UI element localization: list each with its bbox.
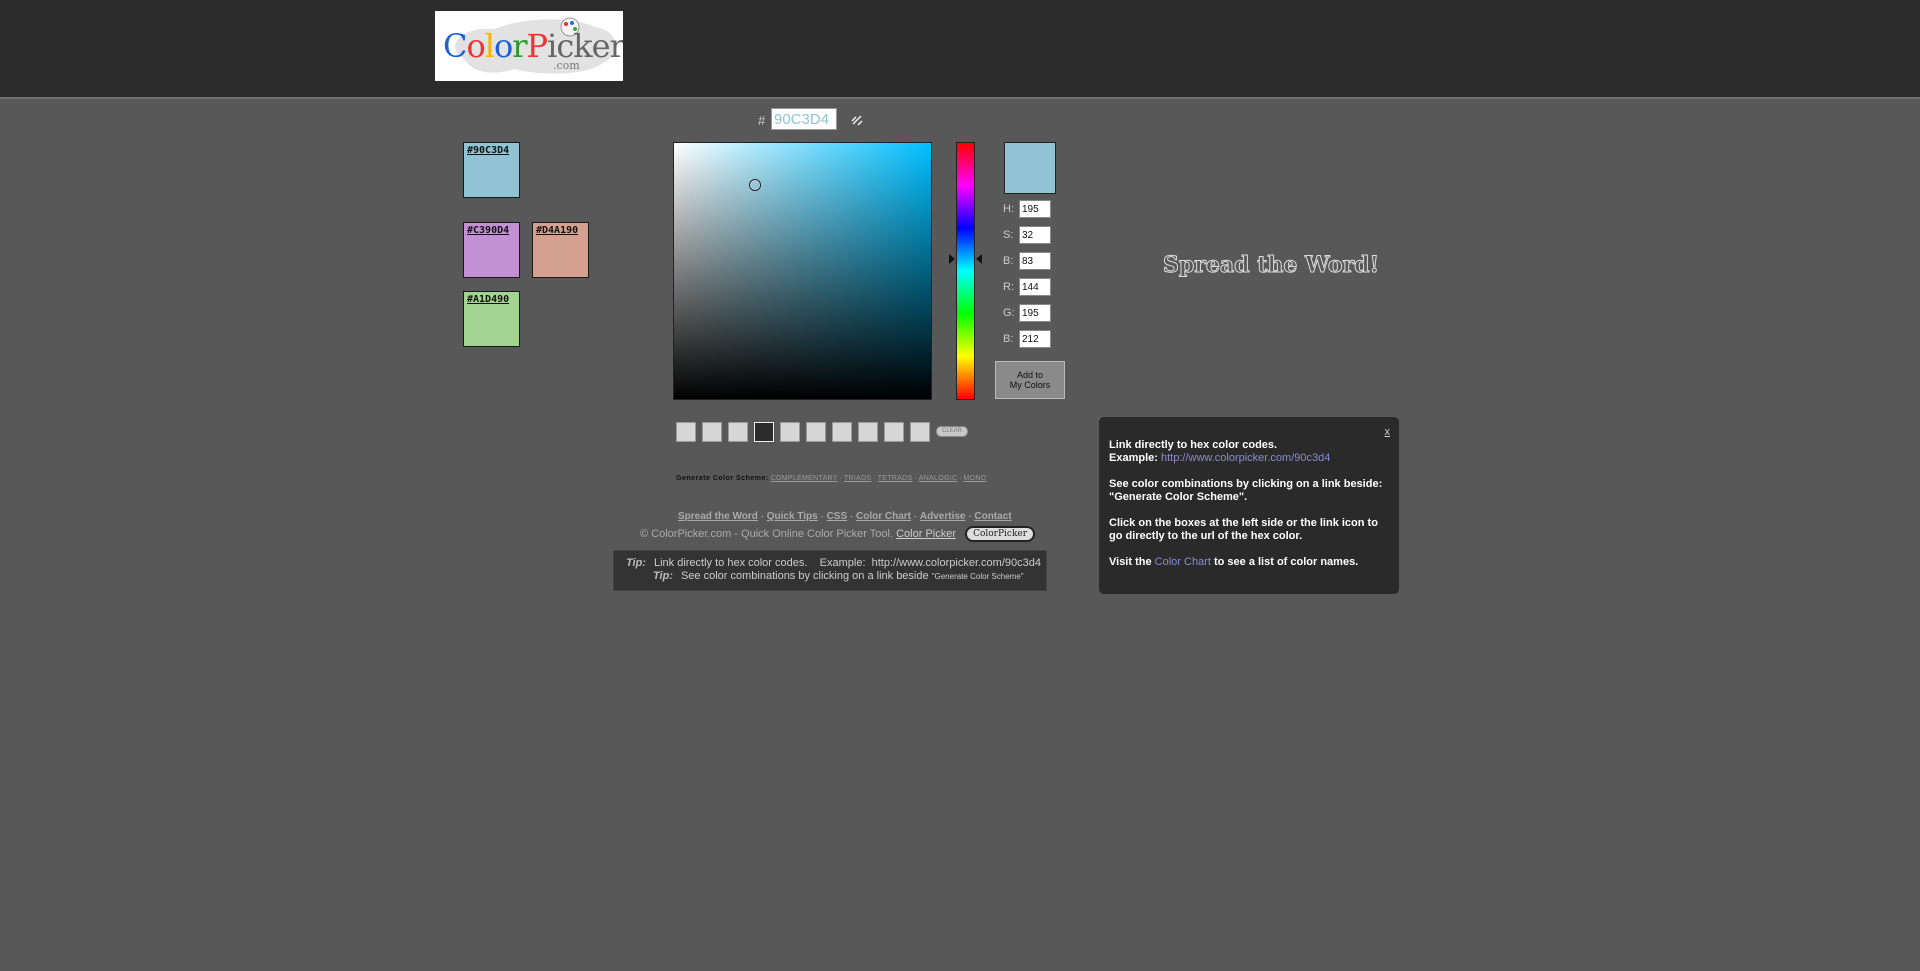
recent-color-box[interactable] xyxy=(676,422,696,442)
footer-links: Spread the Word · Quick Tips · CSS · Col… xyxy=(678,511,1012,522)
hue-slider-arrow-right-icon[interactable] xyxy=(976,254,982,264)
saturation-input[interactable] xyxy=(1019,226,1051,244)
tips-box: Tip: Link directly to hex color codes. Ex… xyxy=(613,550,1047,591)
scheme-link-complementary[interactable]: COMPLEMENTARY xyxy=(771,475,838,482)
recent-color-box[interactable] xyxy=(910,422,930,442)
recent-color-box[interactable] xyxy=(884,422,904,442)
add-to-my-colors-button[interactable]: Add to My Colors xyxy=(995,361,1065,399)
scheme-label: Generate Color Scheme: xyxy=(676,475,769,482)
swatch-hex-label: #D4A190 xyxy=(536,225,579,236)
saved-color-swatch[interactable]: #A1D490 xyxy=(463,291,520,347)
link-icon[interactable] xyxy=(850,113,864,127)
logo-sub: .com xyxy=(553,59,580,72)
tip-line-1: Tip: Link directly to hex color codes. Ex… xyxy=(626,557,1041,569)
info-paragraph-4: Visit the Color Chart to see a list of c… xyxy=(1109,556,1359,568)
green-input[interactable] xyxy=(1019,304,1051,322)
colorpicker-logo[interactable]: ColorPicker .com xyxy=(435,11,623,81)
blue-label: B: xyxy=(1003,333,1014,345)
recent-color-box-active[interactable] xyxy=(754,422,774,442)
footer-link-spread-the-word[interactable]: Spread the Word xyxy=(678,511,758,522)
color-chart-link[interactable]: Color Chart xyxy=(1155,556,1211,568)
clear-button[interactable]: CLEAR xyxy=(936,426,968,437)
current-color-preview xyxy=(1004,142,1056,194)
copyright-line: © ColorPicker.com - Quick Online Color P… xyxy=(640,526,1036,542)
copyright-text: © ColorPicker.com - Quick Online Color P… xyxy=(640,527,894,540)
top-header-bar: ColorPicker .com xyxy=(0,0,1920,99)
hue-label: H: xyxy=(1003,203,1014,215)
recent-color-box[interactable] xyxy=(832,422,852,442)
blue-input[interactable] xyxy=(1019,330,1051,348)
swatch-hex-label: #90C3D4 xyxy=(467,145,510,156)
footer-link-color-chart[interactable]: Color Chart xyxy=(856,511,911,522)
add-button-label: Add to My Colors xyxy=(1009,370,1051,390)
saved-color-swatch[interactable]: #C390D4 xyxy=(463,222,520,278)
saved-color-swatch[interactable]: #90C3D4 xyxy=(463,142,520,198)
color-picker-link[interactable]: Color Picker xyxy=(896,528,956,540)
footer-link-css[interactable]: CSS xyxy=(827,511,848,522)
tip-text-1: Link directly to hex color codes. Exampl… xyxy=(653,557,1041,569)
brightness-label: B: xyxy=(1003,255,1014,267)
swatch-hex-label: #A1D490 xyxy=(467,294,510,305)
footer-link-contact[interactable]: Contact xyxy=(974,511,1011,522)
swatch-hex-label: #C390D4 xyxy=(467,225,510,236)
info-paragraph-2: See color combinations by clicking on a … xyxy=(1109,478,1383,503)
info-panel: x Link directly to hex color codes. Exam… xyxy=(1099,417,1399,594)
picker-cursor[interactable] xyxy=(749,179,761,191)
hue-slider[interactable] xyxy=(956,142,975,400)
logo-wordmark: ColorPicker xyxy=(443,27,623,65)
info-paragraph-3: Click on the boxes at the left side or t… xyxy=(1109,517,1378,542)
tip-line-2: Tip: See color combinations by clicking o… xyxy=(653,570,1024,582)
recent-color-box[interactable] xyxy=(728,422,748,442)
recent-color-box[interactable] xyxy=(806,422,826,442)
green-label: G: xyxy=(1003,307,1015,319)
brightness-input[interactable] xyxy=(1019,252,1051,270)
red-label: R: xyxy=(1003,281,1014,293)
scheme-link-analogic[interactable]: ANALOGIC xyxy=(919,475,958,482)
recent-color-box[interactable] xyxy=(858,422,878,442)
tip-text-2-small: "Generate Color Scheme" xyxy=(931,572,1024,581)
hash-label: # xyxy=(758,113,766,128)
red-input[interactable] xyxy=(1019,278,1051,296)
color-scheme-row: Generate Color Scheme: COMPLEMENTARY · T… xyxy=(676,475,987,482)
scheme-link-mono[interactable]: MONO xyxy=(964,475,987,482)
hue-slider-arrow-left-icon[interactable] xyxy=(949,254,955,264)
hue-input[interactable] xyxy=(1019,200,1051,218)
scheme-link-triads[interactable]: TRIADS xyxy=(844,475,871,482)
tip-text-2: See color combinations by clicking on a … xyxy=(680,570,929,582)
recent-color-box[interactable] xyxy=(780,422,800,442)
colorpicker-badge[interactable]: ColorPicker xyxy=(965,526,1036,542)
close-info-panel-button[interactable]: x xyxy=(1385,426,1391,439)
footer-link-advertise[interactable]: Advertise xyxy=(920,511,966,522)
recent-color-box[interactable] xyxy=(702,422,722,442)
tip-label: Tip: xyxy=(626,557,646,569)
scheme-link-tetrads[interactable]: TETRADS xyxy=(878,475,913,482)
tip-label: Tip: xyxy=(653,570,673,582)
saturation-brightness-area[interactable] xyxy=(673,142,932,400)
saved-color-swatch[interactable]: #D4A190 xyxy=(532,222,589,278)
hex-input[interactable] xyxy=(771,108,837,130)
spread-the-word-heading[interactable]: Spread the Word! xyxy=(1162,252,1379,279)
saturation-label: S: xyxy=(1003,229,1014,241)
example-url-link[interactable]: http://www.colorpicker.com/90c3d4 xyxy=(1161,452,1330,464)
info-paragraph-1: Link directly to hex color codes. Exampl… xyxy=(1109,439,1331,464)
footer-link-quick-tips[interactable]: Quick Tips xyxy=(767,511,818,522)
